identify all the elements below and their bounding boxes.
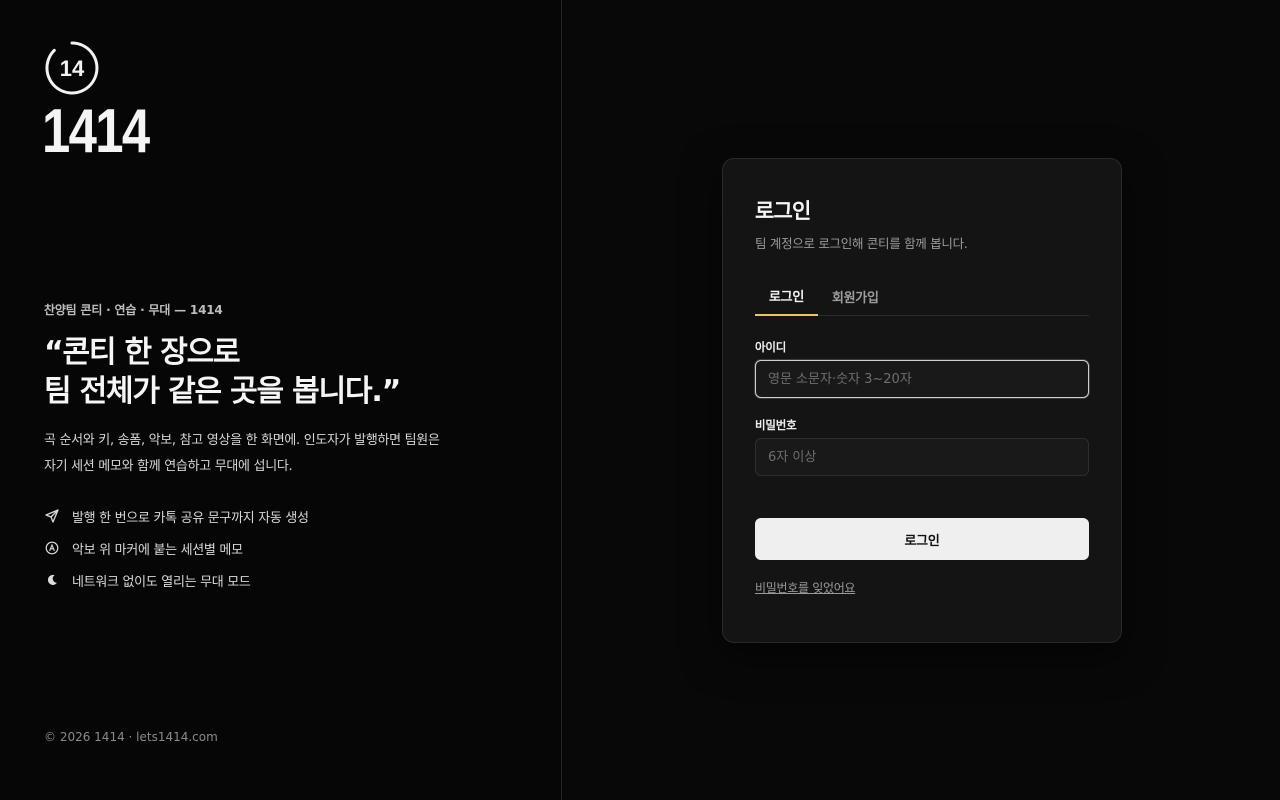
feature-item: 네트워크 없이도 열리는 무대 모드 <box>44 564 309 596</box>
tab-signup[interactable]: 회원가입 <box>818 276 893 316</box>
id-label: 아이디 <box>755 340 787 354</box>
auth-panel: 로그인 팀 계정으로 로그인해 콘티를 함께 봅니다. 로그인 회원가입 아이디… <box>563 0 1280 800</box>
headline-line-2: 팀 전체가 같은 곳을 봅니다.” <box>44 374 401 409</box>
forgot-password-link[interactable]: 비밀번호를 잊었어요 <box>755 579 855 596</box>
login-button[interactable]: 로그인 <box>755 518 1089 560</box>
id-input[interactable] <box>755 360 1089 398</box>
feature-list: 발행 한 번으로 카톡 공유 문구까지 자동 생성 악보 위 마커에 붙는 세션… <box>44 500 309 596</box>
card-subtitle: 팀 계정으로 로그인해 콘티를 함께 봅니다. <box>755 236 968 251</box>
lede-line-2: 자기 세션 메모와 함께 연습하고 무대에 섭니다. <box>44 459 293 474</box>
footer-copyright: © 2026 1414 · lets1414.com <box>44 730 218 744</box>
lede-paragraph: 곡 순서와 키, 송폼, 악보, 참고 영상을 한 화면에. 인도자가 발행하면… <box>44 428 484 480</box>
auth-tabs: 로그인 회원가입 <box>755 276 1089 316</box>
feature-text: 네트워크 없이도 열리는 무대 모드 <box>72 574 251 590</box>
send-icon <box>44 508 60 524</box>
brand-mark-text: 14 <box>60 56 85 81</box>
tab-login[interactable]: 로그인 <box>755 276 818 316</box>
password-input[interactable] <box>755 438 1089 476</box>
brand-wordmark: 1414 <box>42 97 150 166</box>
card-title: 로그인 <box>755 199 811 223</box>
login-card: 로그인 팀 계정으로 로그인해 콘티를 함께 봅니다. 로그인 회원가입 아이디… <box>722 158 1122 643</box>
feature-text: 악보 위 마커에 붙는 세션별 메모 <box>72 542 243 558</box>
headline: “콘티 한 장으로 팀 전체가 같은 곳을 봅니다.” <box>44 333 524 411</box>
moon-icon <box>44 572 60 588</box>
feature-item: 악보 위 마커에 붙는 세션별 메모 <box>44 532 309 564</box>
eyebrow-text: 찬양팀 콘티 · 연습 · 무대 — 1414 <box>44 303 223 317</box>
headline-line-1: “콘티 한 장으로 <box>44 335 241 370</box>
lede-line-1: 곡 순서와 키, 송폼, 악보, 참고 영상을 한 화면에. 인도자가 발행하면… <box>44 433 440 448</box>
password-label: 비밀번호 <box>755 418 797 432</box>
feature-text: 발행 한 번으로 카톡 공유 문구까지 자동 생성 <box>72 510 309 526</box>
feature-item: 발행 한 번으로 카톡 공유 문구까지 자동 생성 <box>44 500 309 532</box>
circled-a-icon <box>44 540 60 556</box>
intro-panel: 14 1414 찬양팀 콘티 · 연습 · 무대 — 1414 “콘티 한 장으… <box>0 0 562 800</box>
brand-logo-icon: 14 <box>45 41 99 95</box>
